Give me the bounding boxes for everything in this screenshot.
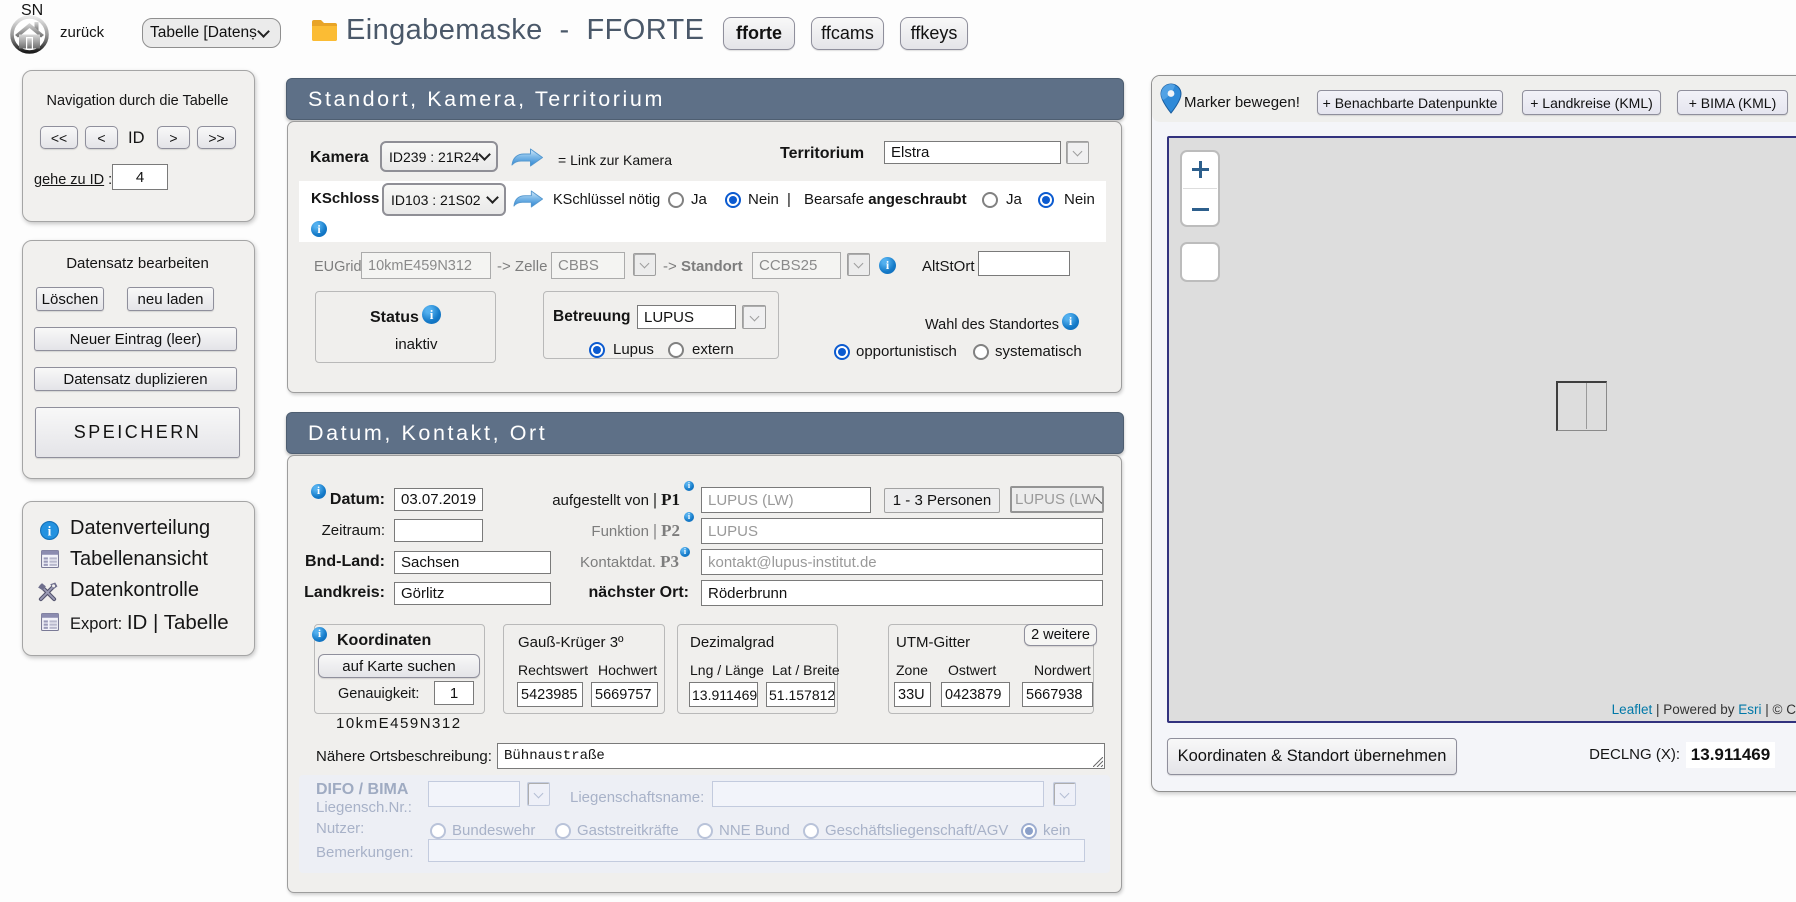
svg-text:i: i (48, 524, 52, 539)
